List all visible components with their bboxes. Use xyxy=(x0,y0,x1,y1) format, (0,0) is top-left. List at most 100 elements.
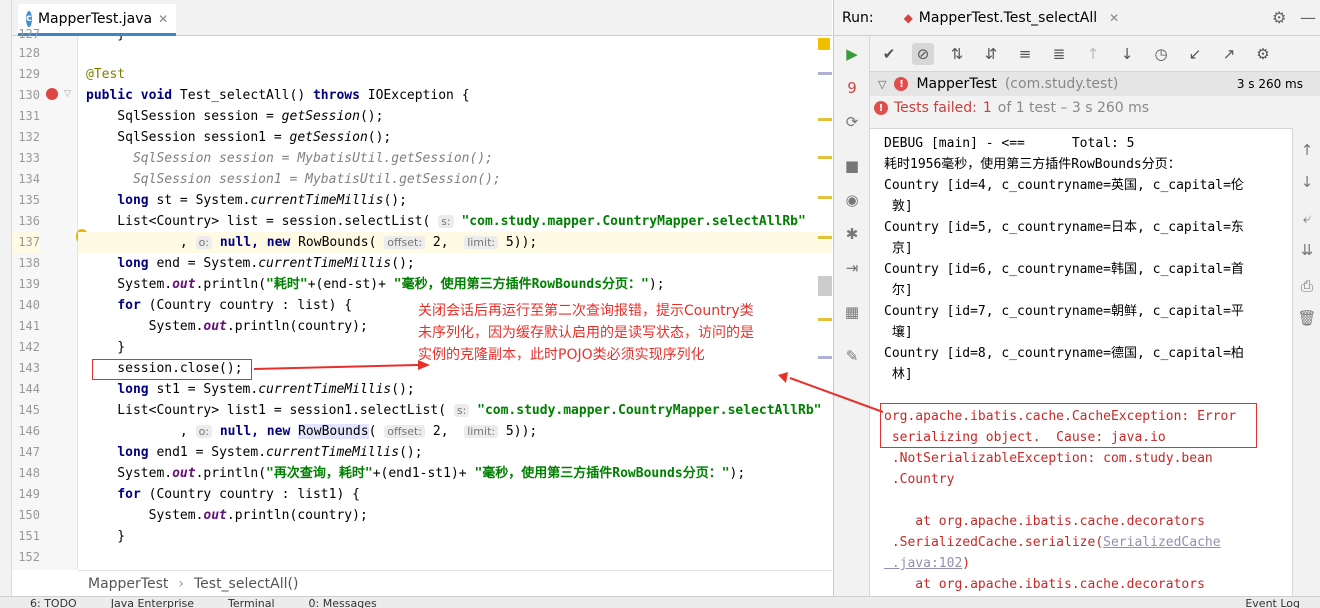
line-number: 142 xyxy=(18,340,40,354)
test-package: (com.study.test) xyxy=(1004,76,1119,92)
fold-icon[interactable]: ▽ xyxy=(64,89,71,99)
chevron-right-icon: › xyxy=(178,575,184,592)
line-number: 146 xyxy=(18,424,40,438)
run-tool-window: Run: ◆ MapperTest.Test_selectAll ✕ ⚙ — ▶… xyxy=(833,0,1320,608)
console-toolbar: ↑ ↓ ⤶ ⇊ ⎙ 🗑 xyxy=(1292,128,1320,596)
collapse-all-icon[interactable]: ≣ xyxy=(1048,43,1070,65)
console-line: 耗时1956毫秒，使用第三方插件RowBounds分页： xyxy=(884,157,1181,172)
show-passed-icon[interactable]: ✔ xyxy=(878,43,900,65)
run-config-tab[interactable]: ◆ MapperTest.Test_selectAll ✕ xyxy=(904,10,1120,26)
camera-icon[interactable]: ◉ xyxy=(842,190,862,210)
error-stripe[interactable] xyxy=(818,318,832,321)
scroll-thumb[interactable] xyxy=(818,276,832,296)
history-icon[interactable]: ◷ xyxy=(1150,43,1172,65)
line-number: 129 xyxy=(18,67,40,81)
console-error-line: at org.apache.ibatis.cache.decorators xyxy=(884,514,1205,529)
import-tests-icon[interactable]: ↙ xyxy=(1184,43,1206,65)
annotation-note: 关闭会话后再运行至第二次查询报错，提示Country类 未序列化，因为缓存默认启… xyxy=(418,303,754,363)
test-status-row: ! Tests failed: 1 of 1 test – 3 s 260 ms xyxy=(870,96,1320,120)
tests-failed-label: Tests failed: xyxy=(894,100,977,116)
toggle-auto-test-icon[interactable]: ⟳ xyxy=(842,112,862,132)
stacktrace-link[interactable]: SerializedCache xyxy=(1103,535,1220,550)
messages-tab[interactable]: 0: Messages xyxy=(309,597,377,608)
line-number: 140 xyxy=(18,298,40,312)
test-run-icon[interactable] xyxy=(46,88,58,100)
tab-mappertest-java[interactable]: c MapperTest.java ✕ xyxy=(18,4,176,36)
error-stripe[interactable] xyxy=(818,196,832,199)
stacktrace-link[interactable]: .java:102 xyxy=(884,556,962,571)
code-area[interactable]: } @Test public void Test_selectAll() thr… xyxy=(78,36,832,570)
run-test-toolbar: ✔ ⊘ ⇅ ⇵ ≡ ≣ ↑ ↓ ◷ ↙ ↗ ⚙ xyxy=(870,36,1320,72)
console-error-line: serializing object. Cause: java.io xyxy=(884,430,1166,445)
console-error-line: .Country xyxy=(884,472,955,487)
print-icon[interactable]: ⎙ xyxy=(1297,276,1317,296)
console-line: 尔] xyxy=(884,283,913,298)
line-number: 136 xyxy=(18,214,40,228)
export-icon[interactable]: ⇥ xyxy=(842,258,862,278)
event-log-tab[interactable]: Event Log xyxy=(1245,597,1300,608)
line-number: 150 xyxy=(18,508,40,522)
line-number: 148 xyxy=(18,466,40,480)
console-line: Country [id=5, c_countryname=日本, c_capit… xyxy=(884,220,1244,235)
console-output[interactable]: DEBUG [main] - <== Total: 5 耗时1956毫秒，使用第… xyxy=(870,128,1292,596)
failed-summary: of 1 test – 3 s 260 ms xyxy=(997,100,1150,116)
rerun-icon[interactable]: ▶ xyxy=(842,44,862,64)
error-stripe[interactable] xyxy=(818,118,832,121)
todo-tab[interactable]: 6: TODO xyxy=(30,597,77,608)
error-stripe[interactable] xyxy=(818,236,832,239)
code-editor: c MapperTest.java ✕ 127 128 129 130 ▽ 13… xyxy=(12,0,832,608)
run-left-toolbar: ▶ 9 ⟳ ■ ◉ ✱ ⇥ ▦ ✎ xyxy=(834,36,870,596)
pin-icon[interactable]: ✎ xyxy=(842,346,862,366)
bug-icon[interactable]: ✱ xyxy=(842,224,862,244)
editor-marker-bar[interactable] xyxy=(816,36,832,570)
warning-marker[interactable] xyxy=(818,38,830,50)
rerun-failed-icon[interactable]: 9 xyxy=(842,78,862,98)
sort-alpha-icon[interactable]: ⇅ xyxy=(946,43,968,65)
next-failed-icon[interactable]: ↓ xyxy=(1116,43,1138,65)
expand-all-icon[interactable]: ≡ xyxy=(1014,43,1036,65)
gear-icon[interactable]: ⚙ xyxy=(1272,8,1286,27)
failed-count: 1 xyxy=(982,100,992,116)
show-ignored-icon[interactable]: ⊘ xyxy=(912,42,934,65)
settings-icon[interactable]: ⚙ xyxy=(1252,43,1274,65)
close-icon[interactable]: ✕ xyxy=(158,12,168,26)
down-arrow-icon[interactable]: ↓ xyxy=(1297,172,1317,192)
previous-failed-icon[interactable]: ↑ xyxy=(1082,43,1104,65)
console-line: 林] xyxy=(884,367,913,382)
run-header: Run: ◆ MapperTest.Test_selectAll ✕ ⚙ — xyxy=(834,0,1320,36)
layout-icon[interactable]: ▦ xyxy=(842,302,862,322)
line-number-gutter: 127 128 129 130 ▽ 131 132 133 134 135 13… xyxy=(12,27,88,570)
close-icon[interactable]: ✕ xyxy=(1109,11,1119,25)
line-number: 141 xyxy=(18,319,40,333)
soft-wrap-icon[interactable]: ⤶ xyxy=(1297,208,1317,228)
line-number: 134 xyxy=(18,172,40,186)
breadcrumb: MapperTest › Test_selectAll() xyxy=(78,570,832,596)
test-tree-row[interactable]: ▽ ! MapperTest (com.study.test) 3 s 260 … xyxy=(870,72,1320,96)
test-class-name: MapperTest xyxy=(916,76,997,92)
stop-icon[interactable]: ■ xyxy=(842,156,862,176)
up-arrow-icon[interactable]: ↑ xyxy=(1297,140,1317,160)
export-tests-icon[interactable]: ↗ xyxy=(1218,43,1240,65)
terminal-tab[interactable]: Terminal xyxy=(228,597,275,608)
line-number: 137 xyxy=(12,232,40,253)
console-line: Country [id=7, c_countryname=朝鲜, c_capit… xyxy=(884,304,1244,319)
chevron-down-icon[interactable]: ▽ xyxy=(878,78,886,91)
minimize-icon[interactable]: — xyxy=(1300,8,1316,27)
console-line: 壤] xyxy=(884,325,913,340)
console-line: Country [id=6, c_countryname=韩国, c_capit… xyxy=(884,262,1244,277)
error-stripe[interactable] xyxy=(818,356,832,359)
console-line: Country [id=4, c_countryname=英国, c_capit… xyxy=(884,178,1244,193)
error-stripe[interactable] xyxy=(818,156,832,159)
project-tool-strip[interactable] xyxy=(0,0,12,608)
scroll-to-end-icon[interactable]: ⇊ xyxy=(1297,240,1317,260)
breadcrumb-class[interactable]: MapperTest xyxy=(88,576,168,592)
failed-status-icon: ! xyxy=(894,77,909,91)
line-number: 151 xyxy=(18,529,40,543)
trash-icon[interactable]: 🗑 xyxy=(1297,308,1317,328)
sort-duration-icon[interactable]: ⇵ xyxy=(980,43,1002,65)
bottom-tool-bar: 6: TODO Java Enterprise Terminal 0: Mess… xyxy=(0,596,1320,608)
editor-tab-bar: c MapperTest.java ✕ xyxy=(12,0,832,36)
java-enterprise-tab[interactable]: Java Enterprise xyxy=(111,597,194,608)
breadcrumb-method[interactable]: Test_selectAll() xyxy=(194,576,298,592)
error-stripe[interactable] xyxy=(818,72,832,75)
